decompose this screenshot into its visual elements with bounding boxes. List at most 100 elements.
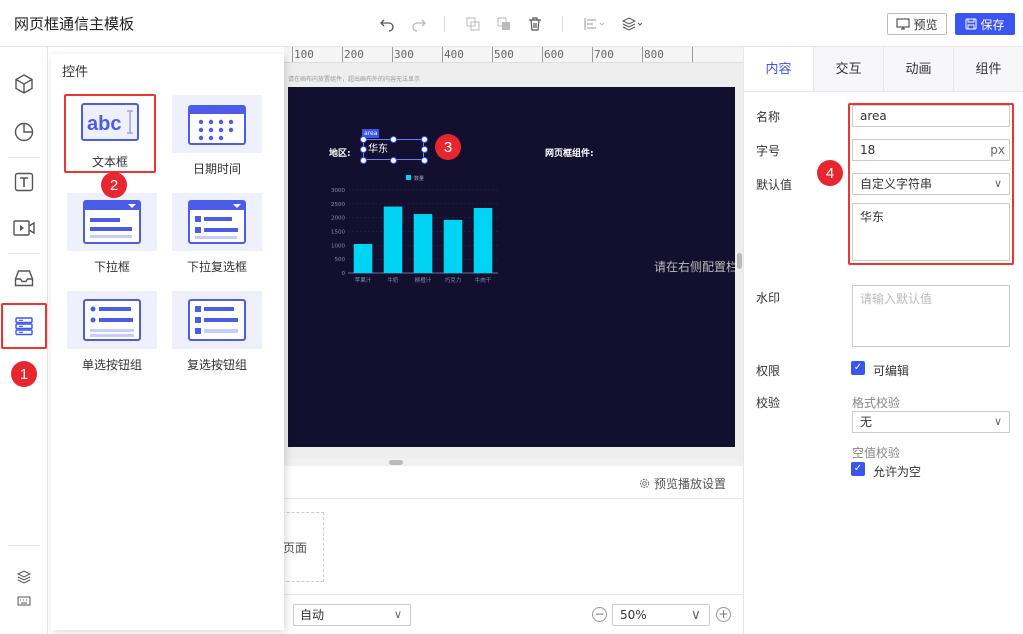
resize-handle[interactable] bbox=[360, 146, 367, 153]
default-value-textarea[interactable]: 华东 bbox=[852, 203, 1010, 261]
resize-handle[interactable] bbox=[421, 146, 428, 153]
ruler-tick: 400 bbox=[444, 48, 464, 61]
rail-form-widgets[interactable] bbox=[1, 303, 47, 349]
horizontal-scrollbar[interactable] bbox=[389, 460, 403, 465]
rail-container[interactable] bbox=[0, 255, 48, 301]
widget-textbox[interactable]: abc 文本框 bbox=[64, 94, 156, 173]
y-tick-label: 1500 bbox=[331, 230, 345, 236]
x-tick-label: 牛奶 bbox=[387, 276, 399, 284]
fontsize-unit: px bbox=[990, 143, 1005, 157]
ruler-tick: 500 bbox=[494, 48, 514, 61]
canvas-hint: 请在画布内放置组件，超出画布外的内容无法显示 bbox=[288, 76, 421, 83]
zoom-value: 50% bbox=[620, 608, 647, 622]
textbox-widget-icon: abc bbox=[68, 100, 152, 144]
form-widget-icon bbox=[15, 317, 33, 336]
tab-content[interactable]: 内容 bbox=[744, 47, 813, 91]
zoom-out-button[interactable]: − bbox=[592, 607, 607, 622]
checkbox-group-widget-icon bbox=[172, 291, 262, 349]
rail-divider bbox=[8, 545, 40, 546]
allow-null-checkbox[interactable]: ✓ bbox=[851, 462, 865, 476]
undo-icon[interactable] bbox=[376, 13, 398, 35]
widget-datetime[interactable]: 日期时间 bbox=[171, 95, 263, 177]
ruler-tick: 600 bbox=[544, 48, 564, 61]
horizontal-scrollbar-track[interactable] bbox=[284, 458, 743, 466]
dropdown-checkbox-widget-icon bbox=[172, 193, 262, 251]
layer-order-icon[interactable] bbox=[620, 13, 646, 35]
validation-label: 校验 bbox=[756, 396, 781, 410]
inbox-icon bbox=[14, 270, 34, 287]
zoom-in-button[interactable]: + bbox=[716, 607, 731, 622]
preview-playback-settings[interactable]: 预览播放设置 bbox=[639, 475, 726, 492]
resize-handle[interactable] bbox=[421, 136, 428, 143]
ruler-tick: 100 bbox=[294, 48, 314, 61]
y-tick-label: 2000 bbox=[331, 216, 345, 222]
resize-handle[interactable] bbox=[390, 136, 397, 143]
delete-icon[interactable] bbox=[524, 13, 546, 35]
text-icon bbox=[14, 172, 34, 192]
allow-null-label: 允许为空 bbox=[873, 465, 922, 479]
format-check-select[interactable]: 无 ∨ bbox=[852, 411, 1010, 433]
widget-label: 下拉框 bbox=[93, 260, 130, 274]
permission-label: 权限 bbox=[756, 364, 781, 378]
save-button[interactable]: 保存 bbox=[955, 13, 1015, 35]
editable-checkbox[interactable]: ✓ bbox=[851, 361, 865, 375]
format-check-value: 无 bbox=[860, 415, 873, 429]
editable-label: 可编辑 bbox=[873, 364, 910, 378]
property-tabs: 内容 交互 动画 组件 bbox=[744, 47, 1023, 92]
widget-dropdown[interactable]: 下拉框 bbox=[66, 193, 158, 275]
top-bar: 网页框通信主模板 预览 保存 bbox=[0, 0, 1023, 47]
default-type-select[interactable]: 自定义字符串 ∨ bbox=[852, 173, 1010, 195]
toolbar-divider bbox=[444, 16, 445, 32]
y-tick-label: 2500 bbox=[331, 202, 345, 208]
format-check-label: 格式校验 bbox=[852, 396, 901, 410]
calendar-widget-icon bbox=[172, 95, 262, 153]
resize-handle[interactable] bbox=[421, 157, 428, 164]
name-field[interactable]: area bbox=[852, 105, 1010, 127]
preview-button-label: 预览 bbox=[913, 17, 938, 32]
bar bbox=[353, 243, 373, 273]
ruler-tick: 300 bbox=[394, 48, 414, 61]
fontsize-field[interactable]: 18 px bbox=[852, 139, 1010, 161]
radio-group-widget-icon bbox=[67, 291, 157, 349]
tab-interaction[interactable]: 交互 bbox=[813, 47, 883, 91]
watermark-textarea[interactable]: 请输入默认值 bbox=[852, 285, 1010, 347]
rail-text[interactable] bbox=[0, 159, 48, 205]
zoom-select[interactable]: 50% ∨ bbox=[612, 604, 710, 626]
fontsize-label: 字号 bbox=[756, 144, 781, 158]
bar bbox=[473, 207, 493, 273]
resize-handle[interactable] bbox=[390, 157, 397, 164]
rail-chart[interactable] bbox=[0, 109, 48, 155]
widget-checkbox-group[interactable]: 复选按钮组 bbox=[171, 291, 263, 373]
annotation-badge-2: 2 bbox=[101, 172, 127, 198]
bar-chart[interactable]: 数量 0 500 1000 1500 2000 2500 3000 苹果汁 牛奶 柳橙汁 巧克力 牛肉干 bbox=[318, 172, 508, 292]
x-tick-label: 牛肉干 bbox=[475, 276, 492, 284]
x-tick-label: 柳橙汁 bbox=[415, 276, 432, 284]
dashboard-canvas[interactable]: 地区: area 华东 网页框组件: 请在右侧配置栏 数量 0 500 1000 150… bbox=[288, 87, 735, 447]
resize-handle[interactable] bbox=[360, 157, 367, 164]
auto-fit-select[interactable]: 自动 ∨ bbox=[293, 604, 411, 626]
preview-button[interactable]: 预览 bbox=[887, 13, 947, 35]
redo-icon[interactable] bbox=[408, 13, 430, 35]
layers-icon[interactable] bbox=[16, 570, 32, 587]
copy-icon[interactable] bbox=[462, 13, 484, 35]
save-icon bbox=[965, 18, 977, 30]
widget-dropdown-checkbox[interactable]: 下拉复选框 bbox=[171, 193, 263, 275]
rail-media[interactable] bbox=[0, 205, 48, 251]
fontsize-value: 18 bbox=[860, 143, 876, 157]
tab-component[interactable]: 组件 bbox=[953, 47, 1023, 91]
widget-label: 下拉复选框 bbox=[186, 260, 247, 274]
widget-radio-group[interactable]: 单选按钮组 bbox=[66, 291, 158, 373]
align-icon[interactable] bbox=[582, 13, 608, 35]
ruler-tick: 200 bbox=[344, 48, 364, 61]
vertical-scrollbar[interactable] bbox=[737, 253, 742, 269]
video-icon bbox=[13, 220, 35, 236]
tab-animation[interactable]: 动画 bbox=[883, 47, 953, 91]
resize-handle[interactable] bbox=[360, 136, 367, 143]
widget-thumb-text: abc bbox=[87, 113, 121, 135]
gear-icon bbox=[639, 478, 650, 489]
widget-label: 文本框 bbox=[91, 155, 128, 169]
bar bbox=[413, 214, 433, 273]
paste-icon[interactable] bbox=[493, 13, 515, 35]
keyboard-icon[interactable] bbox=[17, 595, 31, 610]
rail-3d-component[interactable] bbox=[0, 61, 48, 107]
